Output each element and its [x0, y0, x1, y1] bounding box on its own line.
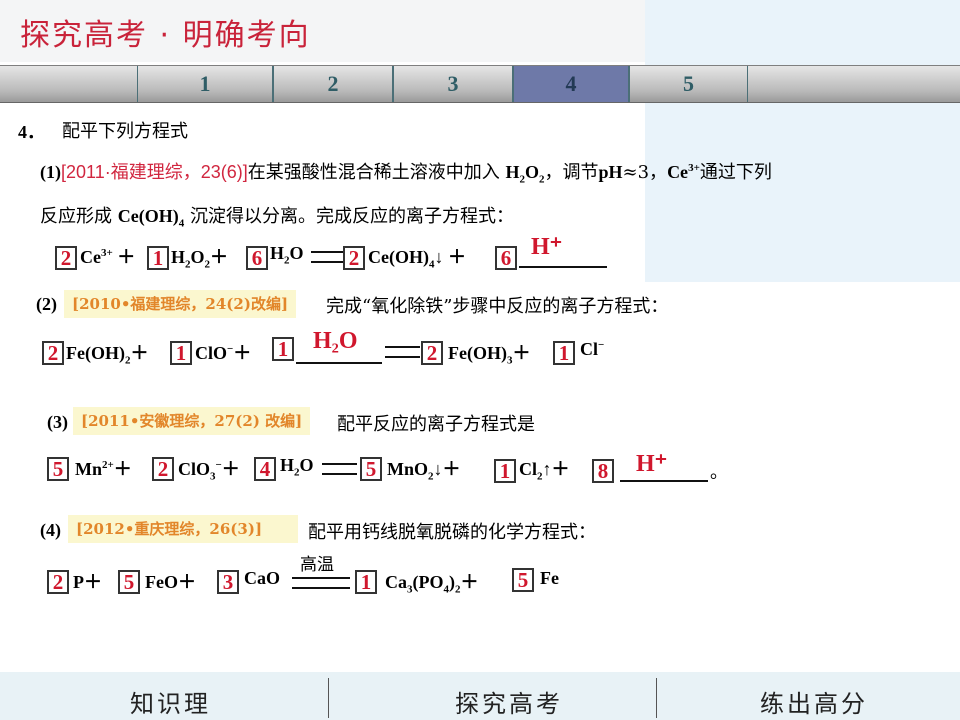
answer-blank[interactable] — [620, 480, 708, 482]
part3-source: [2011•安徽理综，27(2) 改编] — [73, 407, 311, 435]
answer-text: H⁺ — [531, 234, 563, 260]
part1-tag: (1) — [40, 162, 61, 182]
coef-box[interactable]: 6 — [246, 246, 268, 270]
part3-text: 配平反应的离子方程式是 — [337, 414, 535, 435]
formula-text: FeO＋ — [145, 572, 196, 592]
tab-2[interactable]: 2 — [273, 66, 393, 102]
tab-1[interactable]: 1 — [137, 66, 273, 102]
coef-box[interactable]: 3 — [217, 570, 239, 594]
part1-text-e: 反应形成 — [40, 206, 112, 227]
coef-box[interactable]: 1 — [147, 246, 169, 270]
part2-tag: (2) — [36, 294, 57, 314]
coef-box[interactable]: 5 — [47, 457, 69, 481]
coef-box[interactable]: 1 — [553, 341, 575, 365]
equals-sign — [385, 346, 420, 358]
part4-tag: (4) — [40, 520, 61, 540]
coef-box[interactable]: 1 — [272, 337, 294, 361]
formula-ph: pH — [598, 162, 623, 182]
coef-box[interactable]: 5 — [118, 570, 140, 594]
coef-box[interactable]: 6 — [495, 246, 517, 270]
equals-sign — [292, 577, 350, 589]
formula-text: H2O2＋ — [171, 247, 229, 271]
reaction-condition: 高温 — [300, 555, 334, 575]
right-panel — [645, 0, 960, 282]
formula-text: ClO−＋ — [195, 343, 252, 363]
question-prompt: 配平下列方程式 — [62, 121, 188, 142]
tab-5[interactable]: 5 — [629, 66, 748, 102]
coef-box[interactable]: 2 — [421, 341, 443, 365]
coef-box[interactable]: 2 — [47, 570, 69, 594]
equals-sign — [311, 251, 344, 263]
formula-text: Ce3+ ＋ — [80, 247, 136, 267]
formula-text: Mn2+＋ — [75, 459, 132, 479]
formula-text: H2O — [280, 455, 314, 479]
part3-tag: (3) — [47, 412, 68, 432]
answer-text: H⁺ — [636, 451, 668, 477]
part1-text-line2: 反应形成 Ce(OH)4 沉淀得以分离。完成反应的离子方程式： — [40, 202, 514, 230]
answer-blank[interactable] — [296, 362, 382, 364]
formula-text: Fe — [540, 568, 559, 588]
formula-text: CaO — [244, 568, 280, 588]
equals-sign — [322, 463, 357, 475]
coef-box[interactable]: 2 — [55, 246, 77, 270]
formula-text: MnO2↓＋ — [387, 459, 461, 483]
footer-divider — [328, 678, 329, 718]
coef-box[interactable]: 5 — [360, 457, 382, 481]
formula-text: Fe(OH)3＋ — [448, 343, 531, 367]
part2-text: 完成“氧化除铁”步骤中反应的离子方程式： — [326, 296, 669, 317]
formula-ce3: Ce3+ — [667, 162, 700, 182]
formula-text: Fe(OH)2＋ — [66, 343, 149, 367]
tab-3[interactable]: 3 — [393, 66, 513, 102]
footer-nav-practice[interactable]: 练出高分 — [760, 684, 868, 719]
coef-box[interactable]: 1 — [170, 341, 192, 365]
formula-text: P＋ — [73, 572, 102, 592]
formula-text: H2O — [270, 243, 304, 267]
formula-text: Cl− — [580, 339, 605, 359]
answer-blank[interactable] — [519, 266, 607, 268]
period: 。 — [710, 462, 728, 483]
part1-text-b: ，调节 — [544, 162, 599, 183]
question-number: 4． — [18, 122, 45, 142]
coef-box[interactable]: 2 — [42, 341, 64, 365]
formula-text: Ca3(PO4)2＋ — [385, 572, 479, 596]
tab-4[interactable]: 4 — [513, 66, 629, 102]
part4-text: 配平用钙线脱氧脱磷的化学方程式： — [308, 522, 596, 543]
part1-source: [2011·福建理综，23(6)] — [61, 162, 248, 182]
coef-box[interactable]: 2 — [343, 246, 365, 270]
formula-ceoh4: Ce(OH)4 — [117, 206, 185, 230]
part1-text-a: 在某强酸性混合稀土溶液中加入 — [247, 162, 500, 183]
coef-box[interactable]: 1 — [355, 570, 377, 594]
part1-text-d: 通过下列 — [699, 162, 772, 183]
coef-box[interactable]: 5 — [512, 568, 534, 592]
coef-box[interactable]: 1 — [494, 459, 516, 483]
coef-box[interactable]: 2 — [152, 457, 174, 481]
part2-source: [2010•福建理综，24(2)改编] — [64, 290, 297, 318]
formula-text: Cl2↑＋ — [519, 459, 570, 483]
part1-text-line1: (1)[2011·福建理综，23(6)]在某强酸性混合稀土溶液中加入 H2O2，… — [40, 158, 772, 186]
answer-text: H₂O — [313, 328, 358, 354]
formula-text: Ce(OH)4↓ ＋ — [368, 247, 466, 271]
part1-text-c: ≈3， — [622, 162, 668, 183]
footer-nav-knowledge[interactable]: 知识理 — [130, 684, 211, 719]
coef-box[interactable]: 8 — [592, 459, 614, 483]
footer-nav-explore[interactable]: 探究高考 — [455, 684, 563, 719]
coef-box[interactable]: 4 — [254, 457, 276, 481]
page-title: 探究高考 · 明确考向 — [20, 18, 311, 53]
footer-divider — [656, 678, 657, 718]
formula-text: ClO3−＋ — [178, 459, 240, 483]
part4-source: [2012•重庆理综，26(3)] — [68, 515, 298, 543]
formula-h2o2: H2O2 — [505, 162, 545, 186]
part1-text-f: 沉淀得以分离。完成反应的离子方程式： — [189, 206, 514, 227]
